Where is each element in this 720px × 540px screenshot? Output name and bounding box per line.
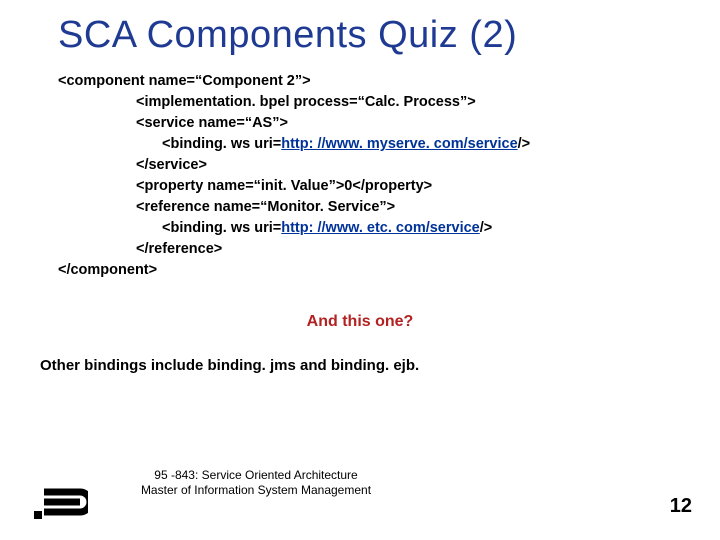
binding-uri-link[interactable]: http: //www. etc. com/service	[281, 220, 480, 236]
code-line: <reference name=“Monitor. Service”>	[58, 197, 720, 218]
slide-title: SCA Components Quiz (2)	[0, 0, 720, 67]
code-text: />	[518, 136, 531, 152]
code-block: <component name=“Component 2”> <implemen…	[0, 67, 720, 281]
code-text: <binding. ws uri=	[162, 136, 281, 152]
footer-line: Master of Information System Management	[141, 483, 371, 497]
code-line: </component>	[58, 260, 720, 281]
question-text: And this one?	[0, 313, 720, 331]
code-text: <binding. ws uri=	[162, 220, 281, 236]
logo-icon	[34, 488, 88, 522]
code-line: <service name=“AS”>	[58, 113, 720, 134]
code-line: <binding. ws uri=http: //www. etc. com/s…	[58, 218, 720, 239]
code-line: <component name=“Component 2”>	[58, 71, 720, 92]
footer-line: 95 -843: Service Oriented Architecture	[154, 468, 357, 482]
binding-uri-link[interactable]: http: //www. myserve. com/service	[281, 136, 517, 152]
code-line: </service>	[58, 155, 720, 176]
code-line: <property name=“init. Value”>0</property…	[58, 176, 720, 197]
other-bindings-text: Other bindings include binding. jms and …	[0, 357, 720, 374]
page-number: 12	[670, 495, 692, 518]
code-text: />	[480, 220, 493, 236]
footer: 95 -843: Service Oriented Architecture M…	[34, 476, 692, 526]
footer-text: 95 -843: Service Oriented Architecture M…	[126, 468, 386, 498]
code-line: </reference>	[58, 239, 720, 260]
code-line: <binding. ws uri=http: //www. myserve. c…	[58, 134, 720, 155]
slide: SCA Components Quiz (2) <component name=…	[0, 0, 720, 540]
code-line: <implementation. bpel process=“Calc. Pro…	[58, 92, 720, 113]
